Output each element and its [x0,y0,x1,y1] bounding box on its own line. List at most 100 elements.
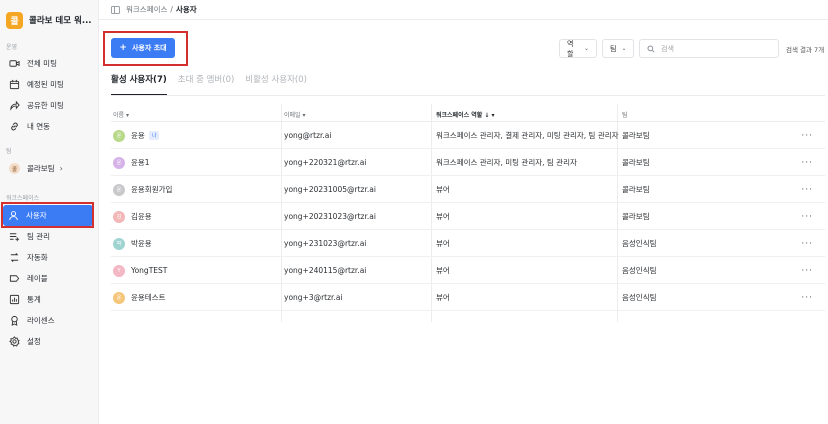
avatar: 윤 [113,156,125,169]
result-count: 검색 결과 7개 [786,46,825,54]
cell-team: 음성인식팀 [622,266,657,275]
cell-team: 음성인식팀 [622,293,657,302]
sidebar-item-team-collab[interactable]: 콜 콜라보팀 › [4,159,94,178]
column-header-name[interactable]: 이름 ▾ [113,110,129,119]
table-row[interactable]: 윤 윤용1 yong+220321@rtzr.ai 워크스페이스 관리자, 미팅 관리… [111,149,825,176]
avatar: 운 [113,129,125,142]
cell-name: 운 윤용 나 [113,122,160,149]
sidebar-item-all-meetings[interactable]: 전체 미팅 [4,54,94,73]
stats-icon [9,294,20,305]
cell-role: 워크스페이스 관리자, 미팅 관리자, 팀 관리자 [436,158,577,167]
more-options-icon[interactable]: ··· [801,122,813,149]
table-row[interactable]: 김 김윤용 yong+20231023@rtzr.ai 뷰어 콜라보팀 ··· [111,203,825,230]
gear-icon [9,336,20,347]
cell-email: yong+240115@rtzr.ai [284,266,367,275]
breadcrumb-current: 사용자 [175,5,197,14]
more-options-icon[interactable]: ··· [801,230,813,257]
highlight-box-users [1,202,94,228]
cell-name: 윤 윤용회원가입 [113,176,172,203]
sidebar-item-automation[interactable]: 자동화 [4,248,94,267]
sidebar-item-settings[interactable]: 설정 [4,332,94,351]
search-placeholder: 검색 [661,44,674,53]
user-name: 윤용테스트 [131,293,166,302]
column-header-team: 팀 [622,112,628,119]
user-name: 윤용 [131,131,145,140]
table-row[interactable]: 박 박윤용 yong+231023@rtzr.ai 뷰어 음성인식팀 ··· [111,230,825,257]
cell-name: 윤 윤용1 [113,149,150,176]
more-options-icon[interactable]: ··· [801,257,813,284]
sidebar-item-label: 전체 미팅 [27,59,57,68]
label-icon [9,273,20,284]
tab-inactive-users[interactable]: 비활성 사용자(0) [245,72,307,96]
video-icon [9,58,20,69]
cell-email: yong+20231005@rtzr.ai [284,185,376,194]
sidebar-item-stats[interactable]: 통계 [4,290,94,309]
chevron-down-icon: ⌄ [621,45,627,52]
sidebar-item-label: 통계 [27,295,41,304]
cell-role: 뷰어 [436,293,450,302]
team-filter-dropdown[interactable]: 팀 ⌄ [602,39,634,58]
workspace-name: 콜라보 데모 워... [29,16,92,26]
more-options-icon[interactable]: ··· [801,176,813,203]
sidebar: 콜 콜라보 데모 워... 운영 전체 미팅 예정된 미팅 공유한 미팅 내 연… [0,0,99,424]
tab-invited-members[interactable]: 초대 중 멤버(0) [178,72,235,96]
cell-email: yong+3@rtzr.ai [284,293,343,302]
sidebar-item-license[interactable]: 라이센스 [4,311,94,330]
avatar: 윤 [113,291,125,304]
team-filter-label: 팀 [610,44,617,53]
team-avatar: 콜 [9,163,20,174]
automation-icon [9,252,20,263]
user-tabs: 활성 사용자(7) 초대 중 멤버(0) 비활성 사용자(0) [111,72,318,96]
section-label-workspace: 워크스페이스 [6,195,40,202]
role-filter-dropdown[interactable]: 역할 ⌄ [559,39,597,58]
cell-email: yong+20231023@rtzr.ai [284,212,376,221]
section-label-team: 팀 [6,148,12,155]
calendar-icon [9,79,20,90]
cell-role: 워크스페이스 관리자, 결제 관리자, 미팅 관리자, 팀 관리자 [436,131,619,140]
cell-team: 음성인식팀 [622,239,657,248]
column-header-email[interactable]: 이메일 ▾ [284,110,305,119]
more-options-icon[interactable]: ··· [801,284,813,311]
sidebar-toggle-icon[interactable] [111,5,120,14]
sidebar-item-labels[interactable]: 레이블 [4,269,94,288]
table-row[interactable]: Y YongTEST yong+240115@rtzr.ai 뷰어 음성인식팀 ··· [111,257,825,284]
user-name: YongTEST [131,266,168,275]
section-label-meeting: 운영 [6,44,18,51]
avatar: 윤 [113,183,125,196]
cell-role: 뷰어 [436,239,450,248]
cell-team: 콜라보팀 [622,185,650,194]
sidebar-item-my-integrations[interactable]: 내 연동 [4,117,94,136]
cell-email: yong@rtzr.ai [284,131,332,140]
workspace-switcher[interactable]: 콜 콜라보 데모 워... [6,9,96,31]
search-input[interactable]: 검색 [639,39,779,58]
user-name: 김윤용 [131,212,152,221]
breadcrumb-parent[interactable]: 워크스페이스 [126,4,167,15]
link-icon [9,121,20,132]
chevron-right-icon: › [59,164,63,173]
avatar: 박 [113,237,125,250]
user-name: 윤용1 [131,158,150,167]
column-header-role[interactable]: 워크스페이스 역할 ↓ ▾ [436,110,494,119]
cell-name: 윤 윤용테스트 [113,284,166,311]
tabs-divider [111,95,825,96]
tab-active-users[interactable]: 활성 사용자(7) [111,72,167,96]
cell-email: yong+220321@rtzr.ai [284,158,367,167]
table-row[interactable]: 윤 윤용테스트 yong+3@rtzr.ai 뷰어 음성인식팀 ··· [111,284,825,311]
sidebar-item-upcoming-meetings[interactable]: 예정된 미팅 [4,75,94,94]
cell-email: yong+231023@rtzr.ai [284,239,367,248]
sidebar-item-shared-meetings[interactable]: 공유한 미팅 [4,96,94,115]
sidebar-item-label: 자동화 [27,253,48,262]
team-manage-icon [9,231,20,242]
sidebar-item-team-manage[interactable]: 팀 관리 [4,227,94,246]
table-row[interactable]: 윤 윤용회원가입 yong+20231005@rtzr.ai 뷰어 콜라보팀 ··· [111,176,825,203]
cell-team: 콜라보팀 [622,158,650,167]
sidebar-item-label: 공유한 미팅 [27,101,64,110]
table-row[interactable]: 운 윤용 나 yong@rtzr.ai 워크스페이스 관리자, 결제 관리자, 미팅 관… [111,122,825,149]
cell-name: Y YongTEST [113,257,167,284]
cell-team: 콜라보팀 [622,212,650,221]
cell-role: 뷰어 [436,212,450,221]
sidebar-item-label: 라이센스 [27,316,55,325]
more-options-icon[interactable]: ··· [801,149,813,176]
avatar: 김 [113,210,125,223]
more-options-icon[interactable]: ··· [801,203,813,230]
